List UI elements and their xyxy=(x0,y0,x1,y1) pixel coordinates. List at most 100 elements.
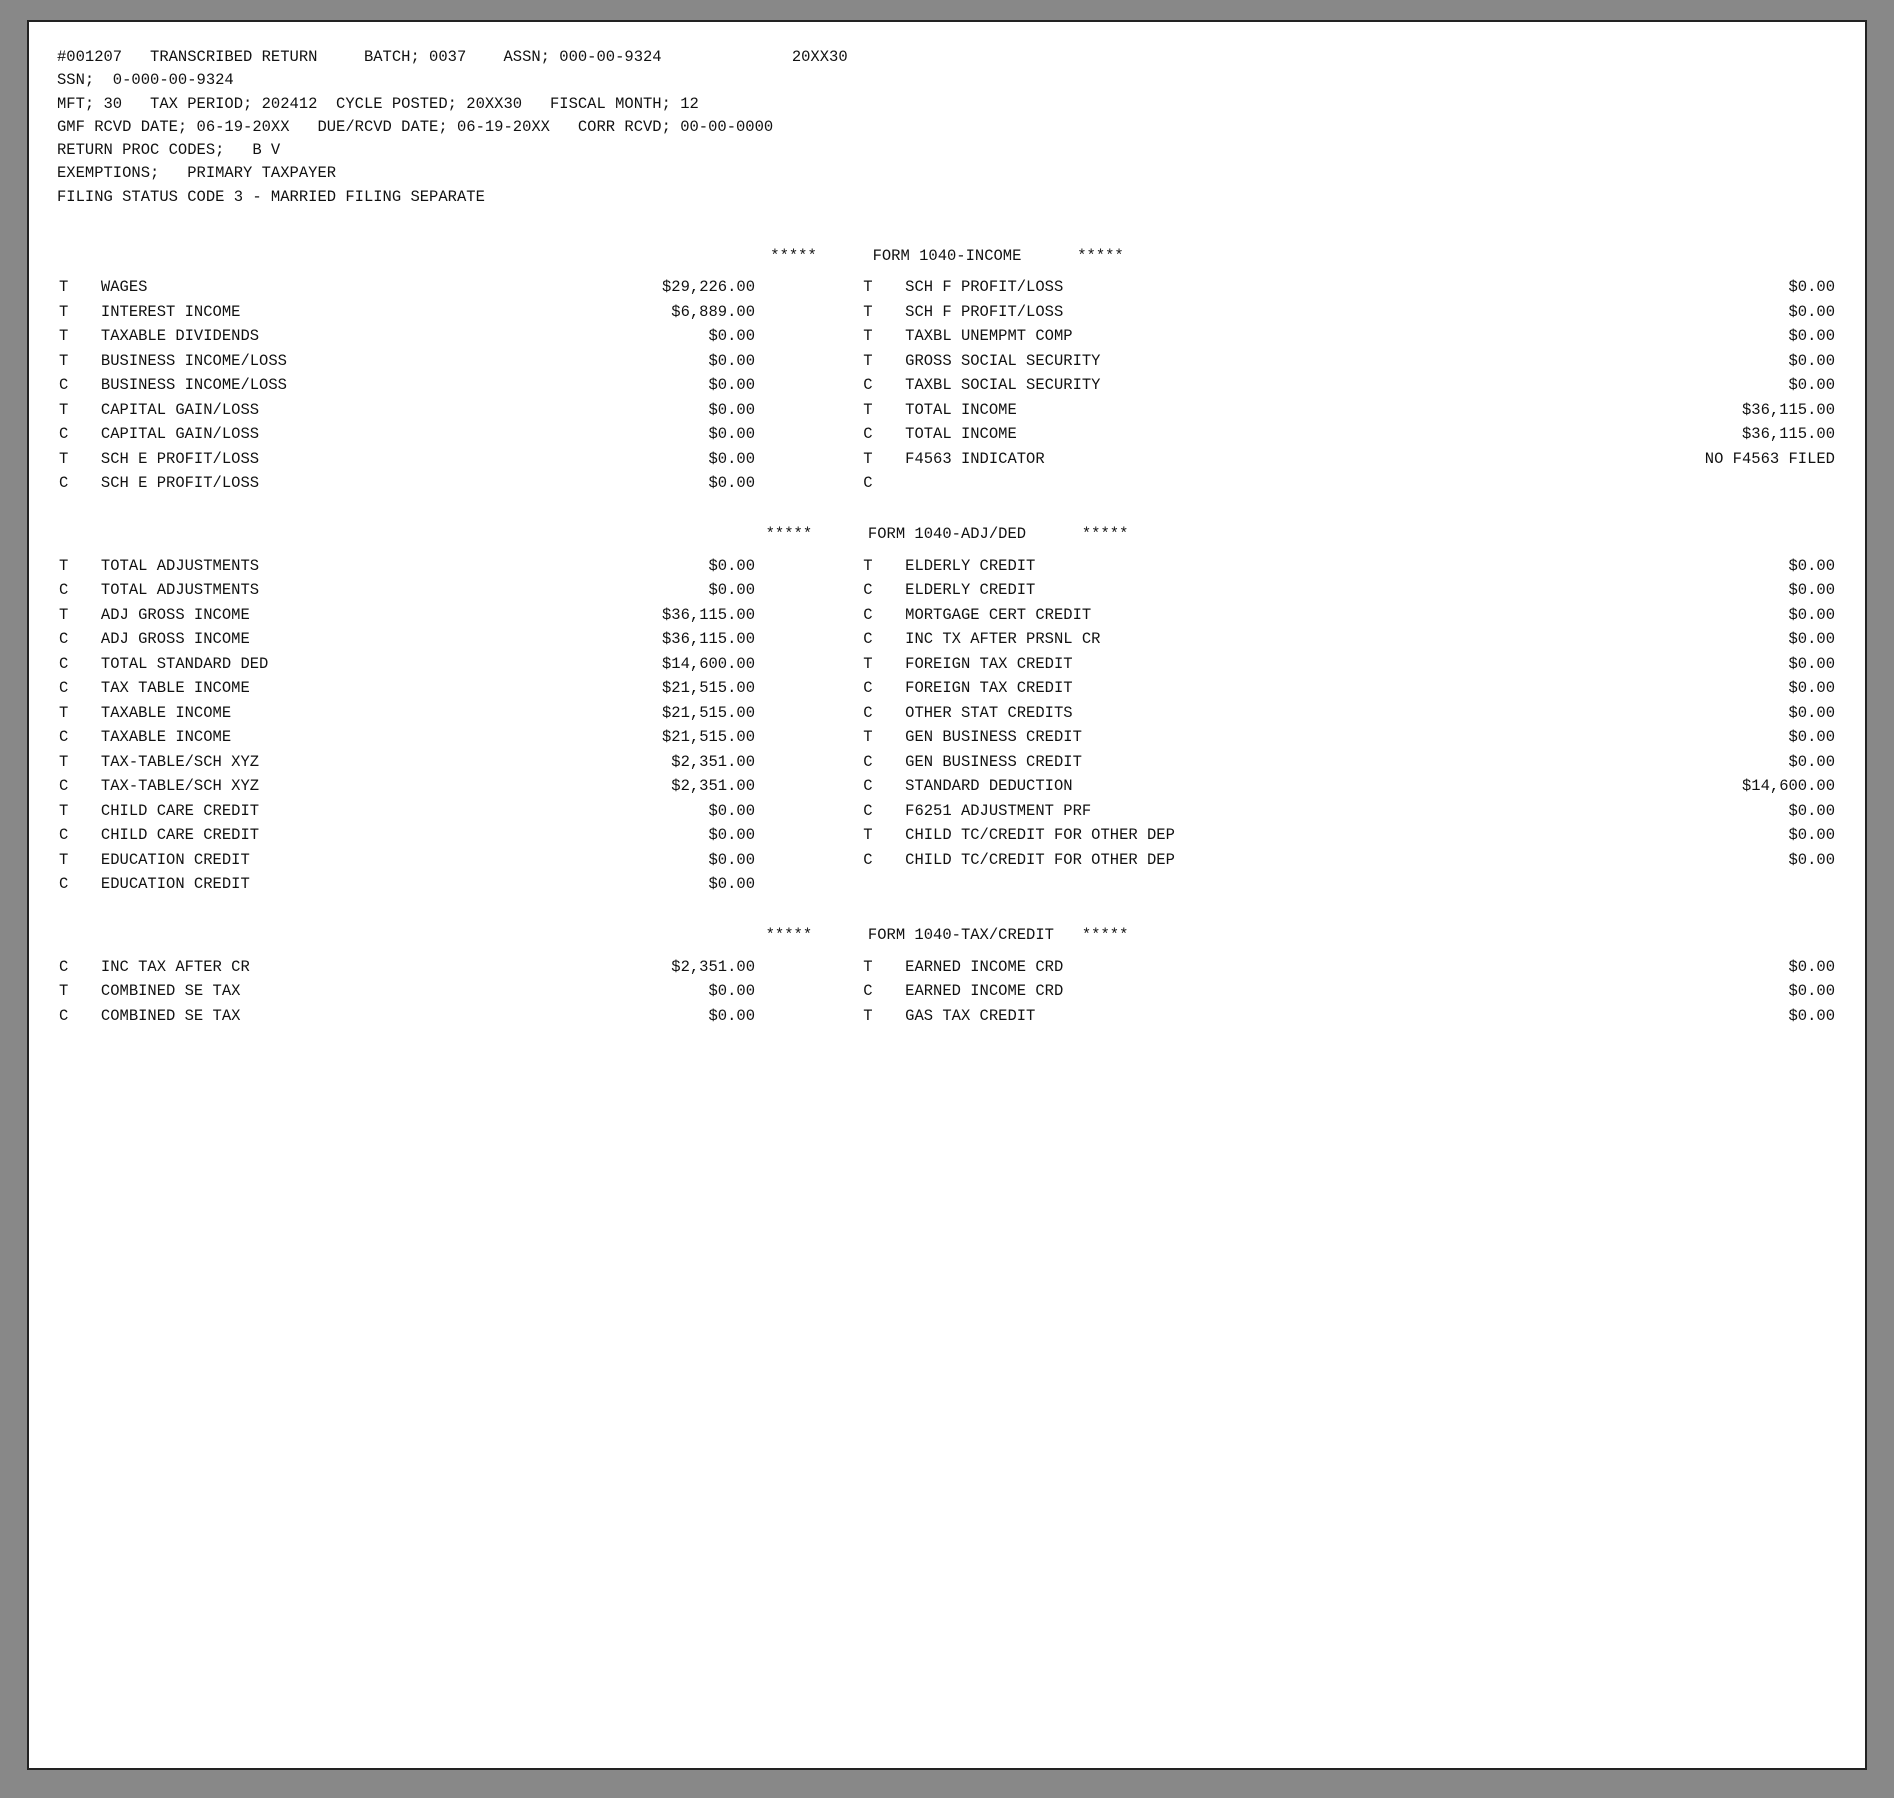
left-indicator: C xyxy=(57,823,99,847)
right-value xyxy=(1532,471,1837,495)
header-line-1: #001207 TRANSCRIBED RETURN BATCH; 0037 A… xyxy=(57,46,1837,69)
left-indicator: C xyxy=(57,373,99,397)
right-label xyxy=(903,872,1532,896)
right-label xyxy=(903,471,1532,495)
table-row: TCHILD CARE CREDIT$0.00CF6251 ADJUSTMENT… xyxy=(57,799,1837,823)
right-label: GEN BUSINESS CREDIT xyxy=(903,750,1532,774)
table-row: TBUSINESS INCOME/LOSS$0.00TGROSS SOCIAL … xyxy=(57,349,1837,373)
left-value: $0.00 xyxy=(537,872,785,896)
right-label: EARNED INCOME CRD xyxy=(903,955,1532,979)
table-row: CCOMBINED SE TAX$0.00TGAS TAX CREDIT$0.0… xyxy=(57,1004,1837,1028)
right-label: TOTAL INCOME xyxy=(903,398,1532,422)
left-label: EDUCATION CREDIT xyxy=(99,848,537,872)
right-indicator: T xyxy=(861,275,903,299)
left-label: EDUCATION CREDIT xyxy=(99,872,537,896)
spacer xyxy=(785,373,861,397)
right-label: OTHER STAT CREDITS xyxy=(903,701,1532,725)
right-label: GROSS SOCIAL SECURITY xyxy=(903,349,1532,373)
right-value: $0.00 xyxy=(1532,823,1837,847)
header-line-3: MFT; 30 TAX PERIOD; 202412 CYCLE POSTED;… xyxy=(57,93,1837,116)
left-value: $0.00 xyxy=(537,1004,785,1028)
spacer xyxy=(785,725,861,749)
right-label: CHILD TC/CREDIT FOR OTHER DEP xyxy=(903,823,1532,847)
right-label: STANDARD DEDUCTION xyxy=(903,774,1532,798)
spacer xyxy=(785,799,861,823)
left-value: $0.00 xyxy=(537,471,785,495)
left-label: CAPITAL GAIN/LOSS xyxy=(99,422,537,446)
table-row: TADJ GROSS INCOME$36,115.00CMORTGAGE CER… xyxy=(57,603,1837,627)
left-indicator: C xyxy=(57,471,99,495)
right-value: $0.00 xyxy=(1532,799,1837,823)
left-label: BUSINESS INCOME/LOSS xyxy=(99,373,537,397)
left-value: $0.00 xyxy=(537,398,785,422)
left-indicator: T xyxy=(57,603,99,627)
left-label: ADJ GROSS INCOME xyxy=(99,603,537,627)
table-row: TEDUCATION CREDIT$0.00CCHILD TC/CREDIT F… xyxy=(57,848,1837,872)
right-indicator: C xyxy=(861,627,903,651)
table-row: TTAXABLE INCOME$21,515.00COTHER STAT CRE… xyxy=(57,701,1837,725)
right-value: $0.00 xyxy=(1532,701,1837,725)
right-value: $0.00 xyxy=(1532,349,1837,373)
right-indicator: T xyxy=(861,447,903,471)
income-section-header: ***** FORM 1040-INCOME ***** xyxy=(57,245,1837,267)
right-indicator: T xyxy=(861,300,903,324)
left-indicator: C xyxy=(57,676,99,700)
table-row: CTAXABLE INCOME$21,515.00TGEN BUSINESS C… xyxy=(57,725,1837,749)
left-value: $0.00 xyxy=(537,373,785,397)
header-line-4: GMF RCVD DATE; 06-19-20XX DUE/RCVD DATE;… xyxy=(57,116,1837,139)
table-row: CTAX-TABLE/SCH XYZ$2,351.00CSTANDARD DED… xyxy=(57,774,1837,798)
right-value: $0.00 xyxy=(1532,676,1837,700)
left-indicator: T xyxy=(57,701,99,725)
right-label: INC TX AFTER PRSNL CR xyxy=(903,627,1532,651)
left-value: $0.00 xyxy=(537,447,785,471)
left-label: TAX TABLE INCOME xyxy=(99,676,537,700)
right-value: $0.00 xyxy=(1532,627,1837,651)
left-value: $14,600.00 xyxy=(537,652,785,676)
right-label: F6251 ADJUSTMENT PRF xyxy=(903,799,1532,823)
right-indicator: C xyxy=(861,578,903,602)
taxcredit-section-header: ***** FORM 1040-TAX/CREDIT ***** xyxy=(57,924,1837,946)
left-indicator: T xyxy=(57,554,99,578)
right-value: $0.00 xyxy=(1532,300,1837,324)
left-value: $29,226.00 xyxy=(537,275,785,299)
right-value: $0.00 xyxy=(1532,554,1837,578)
left-indicator: T xyxy=(57,349,99,373)
spacer xyxy=(785,774,861,798)
right-indicator xyxy=(861,872,903,896)
header-line-2: SSN; 0-000-00-9324 xyxy=(57,69,1837,92)
table-row: TTOTAL ADJUSTMENTS$0.00TELDERLY CREDIT$0… xyxy=(57,554,1837,578)
right-indicator: C xyxy=(861,848,903,872)
table-row: TINTEREST INCOME$6,889.00TSCH F PROFIT/L… xyxy=(57,300,1837,324)
left-value: $0.00 xyxy=(537,848,785,872)
left-label: TOTAL ADJUSTMENTS xyxy=(99,578,537,602)
left-label: CHILD CARE CREDIT xyxy=(99,799,537,823)
adjded-section-header: ***** FORM 1040-ADJ/DED ***** xyxy=(57,523,1837,545)
right-value: NO F4563 FILED xyxy=(1532,447,1837,471)
left-value: $0.00 xyxy=(537,799,785,823)
left-indicator: T xyxy=(57,447,99,471)
right-indicator: T xyxy=(861,398,903,422)
left-value: $6,889.00 xyxy=(537,300,785,324)
left-indicator: T xyxy=(57,324,99,348)
spacer xyxy=(785,652,861,676)
left-label: TAXABLE DIVIDENDS xyxy=(99,324,537,348)
right-label: SCH F PROFIT/LOSS xyxy=(903,300,1532,324)
left-label: SCH E PROFIT/LOSS xyxy=(99,471,537,495)
left-label: TOTAL ADJUSTMENTS xyxy=(99,554,537,578)
header-line-6: EXEMPTIONS; PRIMARY TAXPAYER xyxy=(57,162,1837,185)
right-indicator: T xyxy=(861,324,903,348)
adjded-table: TTOTAL ADJUSTMENTS$0.00TELDERLY CREDIT$0… xyxy=(57,554,1837,897)
left-label: SCH E PROFIT/LOSS xyxy=(99,447,537,471)
right-value: $0.00 xyxy=(1532,324,1837,348)
left-label: TAX-TABLE/SCH XYZ xyxy=(99,774,537,798)
left-value: $0.00 xyxy=(537,578,785,602)
left-indicator: C xyxy=(57,1004,99,1028)
table-row: TCAPITAL GAIN/LOSS$0.00TTOTAL INCOME$36,… xyxy=(57,398,1837,422)
left-value: $2,351.00 xyxy=(537,750,785,774)
left-label: BUSINESS INCOME/LOSS xyxy=(99,349,537,373)
right-label: MORTGAGE CERT CREDIT xyxy=(903,603,1532,627)
right-value: $0.00 xyxy=(1532,275,1837,299)
right-indicator: T xyxy=(861,725,903,749)
right-label: GEN BUSINESS CREDIT xyxy=(903,725,1532,749)
spacer xyxy=(785,471,861,495)
